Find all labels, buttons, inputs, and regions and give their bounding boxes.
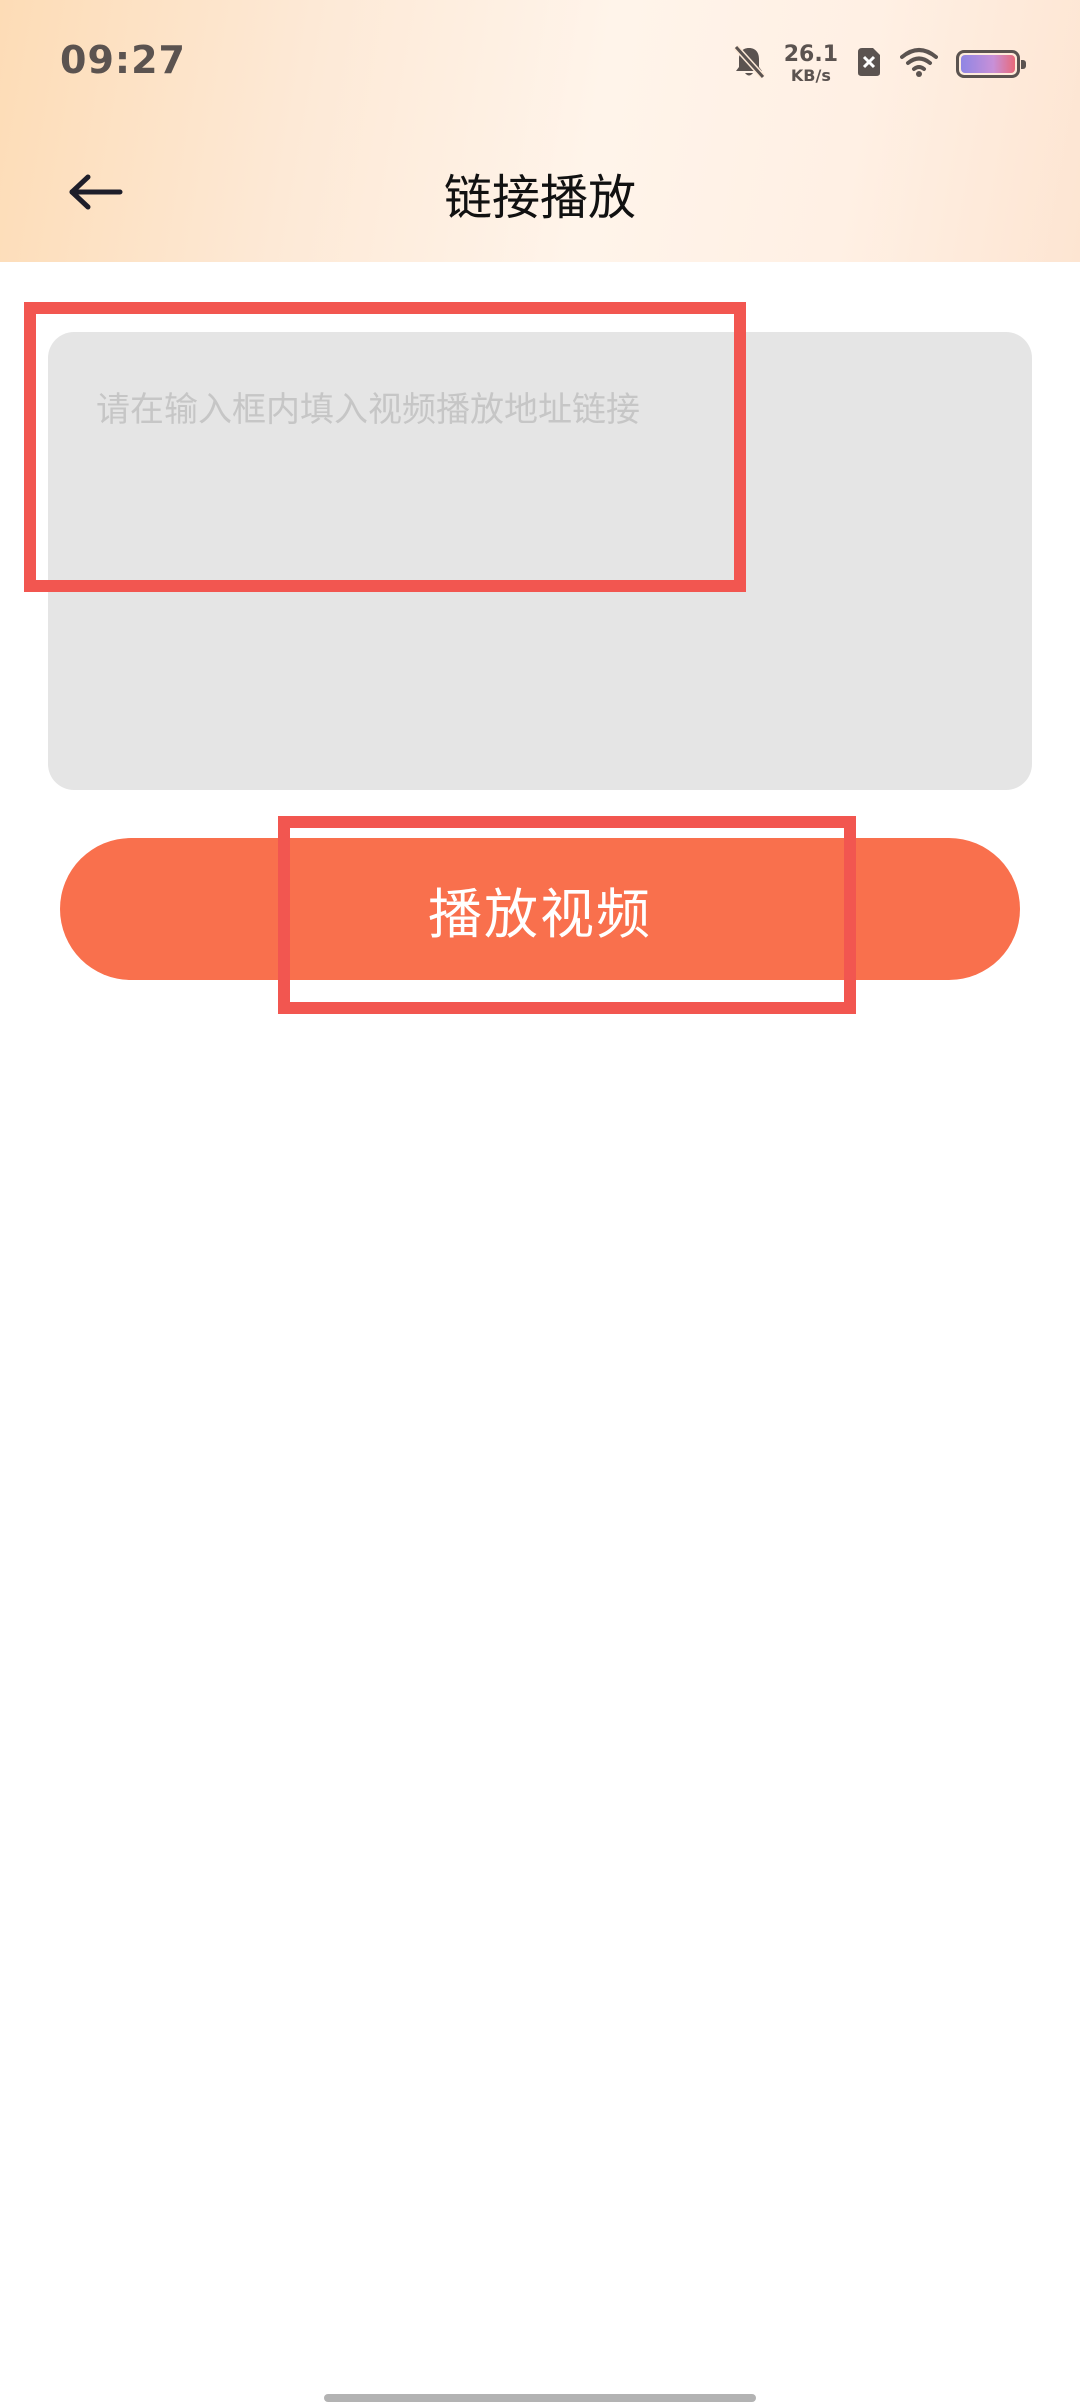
wifi-icon [900, 46, 938, 82]
net-speed: 26.1 KB/s [784, 44, 838, 84]
sim-x-icon [856, 46, 882, 82]
net-speed-value: 26.1 [783, 42, 838, 67]
screen: 09:27 26.1 KB/s 链接播放 请在输入框内填入视频播放地址链接 播放… [0, 0, 1080, 2408]
status-time: 09:27 [60, 38, 186, 82]
battery-tip [1021, 60, 1026, 69]
page-title: 链接播放 [443, 170, 636, 226]
play-video-button[interactable]: 播放视频 [60, 838, 1020, 980]
battery-level [961, 55, 1015, 73]
battery-icon [956, 50, 1026, 78]
home-indicator[interactable] [324, 2394, 756, 2402]
status-bar: 09:27 26.1 KB/s [0, 0, 1080, 126]
net-speed-unit: KB/s [790, 66, 831, 85]
video-url-input[interactable] [48, 332, 1032, 790]
bell-muted-icon [732, 44, 766, 84]
status-icons: 26.1 KB/s [732, 40, 1026, 88]
